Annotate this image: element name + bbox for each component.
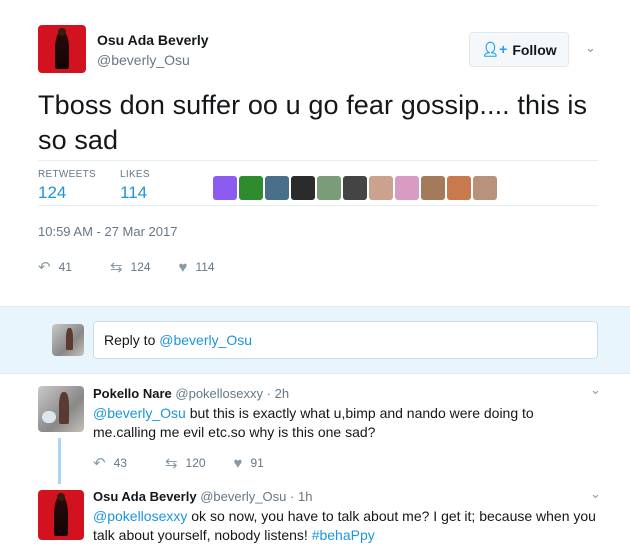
person-avatar-3[interactable] xyxy=(265,176,289,200)
retweet-count: 120 xyxy=(185,456,206,470)
chevron-down-icon[interactable]: ⌄ xyxy=(590,486,601,502)
reply-text: @beverly_Osu but this is exactly what u,… xyxy=(93,404,598,442)
reply-author-name[interactable]: Osu Ada Beverly xyxy=(93,489,197,504)
liker-avatars xyxy=(213,176,497,200)
retweet-action[interactable]: ⇆ 120 xyxy=(165,454,206,472)
author-avatar[interactable] xyxy=(38,25,86,73)
reply-time[interactable]: 2h xyxy=(275,386,289,401)
reply-hashtag[interactable]: #behaPpy xyxy=(312,527,375,543)
chevron-down-icon[interactable]: ⌄ xyxy=(585,40,596,56)
person-avatar-5[interactable] xyxy=(317,176,341,200)
person-avatar-10[interactable] xyxy=(447,176,471,200)
leaf-avatar-2[interactable] xyxy=(239,176,263,200)
heart-icon: ♥ xyxy=(178,258,188,276)
reply-author-name[interactable]: Pokello Nare xyxy=(93,386,172,401)
reply-text: @pokellosexxy ok so now, you have to tal… xyxy=(93,507,598,544)
like-action[interactable]: ♥ 91 xyxy=(234,455,264,472)
retweet-stat[interactable]: RETWEETS 124 xyxy=(38,169,96,203)
egg-avatar-1[interactable] xyxy=(213,176,237,200)
reply-mention[interactable]: @beverly_Osu xyxy=(93,405,186,421)
tweet-timestamp[interactable]: 10:59 AM - 27 Mar 2017 xyxy=(38,224,177,239)
reply-composer: Reply to @beverly_Osu xyxy=(0,306,630,374)
person-avatar-8[interactable] xyxy=(395,176,419,200)
thread-connector xyxy=(58,438,61,484)
silhouette-avatar-6[interactable] xyxy=(343,176,367,200)
retweet-action[interactable]: ⇆ 124 xyxy=(110,258,151,276)
reply-author-line: Osu Ada Beverly @beverly_Osu · 1h xyxy=(93,489,312,504)
likes-count: 114 xyxy=(120,183,148,202)
reply-actions: ↶ 43 ⇆ 120 ♥ 91 xyxy=(93,454,292,473)
likes-label: LIKES xyxy=(120,169,150,180)
reply-author-handle[interactable]: @beverly_Osu xyxy=(200,489,286,504)
reply-handle: @beverly_Osu xyxy=(159,332,253,348)
reply-mention[interactable]: @pokellosexxy xyxy=(93,508,187,524)
reply-input[interactable]: Reply to @beverly_Osu xyxy=(93,321,598,359)
reply-author-handle[interactable]: @pokellosexxy xyxy=(175,386,263,401)
beverly-avatar[interactable] xyxy=(38,490,84,540)
tweet-actions: ↶ 41 ⇆ 124 ♥ 114 xyxy=(38,258,243,277)
retweet-icon: ⇆ xyxy=(164,455,178,472)
reply-dot: · xyxy=(290,489,295,504)
reply-icon: ↶ xyxy=(93,455,106,472)
person-avatar-4[interactable] xyxy=(291,176,315,200)
add-user-icon: 👤︎+ xyxy=(481,41,508,57)
reply-tweet-2[interactable]: Osu Ada Beverly @beverly_Osu · 1h ⌄ @pok… xyxy=(0,484,630,544)
person-avatar-7[interactable] xyxy=(369,176,393,200)
reply-action[interactable]: ↶ 41 xyxy=(38,258,72,276)
reply-action[interactable]: ↶ 43 xyxy=(93,454,127,472)
user-avatar xyxy=(52,324,84,356)
retweet-icon: ⇆ xyxy=(109,259,123,276)
like-count: 91 xyxy=(250,456,264,470)
reply-tweet-1[interactable]: Pokello Nare @pokellosexxy · 2h ⌄ @bever… xyxy=(0,374,630,484)
tweet-text: Tboss don suffer oo u go fear gossip....… xyxy=(38,90,588,155)
reply-author-line: Pokello Nare @pokellosexxy · 2h xyxy=(93,386,289,401)
retweets-count: 124 xyxy=(38,183,67,202)
likes-stat[interactable]: LIKES 114 xyxy=(120,169,150,203)
pokello-avatar[interactable] xyxy=(38,386,84,432)
reply-icon: ↶ xyxy=(38,259,51,276)
author-name[interactable]: Osu Ada Beverly xyxy=(97,32,209,48)
like-count: 114 xyxy=(195,260,215,274)
reply-prefix: Reply to xyxy=(104,332,160,348)
heart-icon: ♥ xyxy=(233,454,243,472)
follow-button[interactable]: 👤︎+ Follow xyxy=(469,32,569,67)
reply-count: 43 xyxy=(113,456,127,470)
reply-count: 41 xyxy=(58,260,72,274)
person-avatar-11[interactable] xyxy=(473,176,497,200)
tweet-stats: RETWEETS 124 LIKES 114 xyxy=(38,160,598,206)
like-action[interactable]: ♥ 114 xyxy=(179,259,215,276)
person-avatar-9[interactable] xyxy=(421,176,445,200)
reply-time[interactable]: 1h xyxy=(298,489,312,504)
tweet-detail: Osu Ada Beverly @beverly_Osu 👤︎+ Follow … xyxy=(0,0,630,306)
retweet-count: 124 xyxy=(130,260,151,274)
follow-label: Follow xyxy=(512,41,557,58)
author-handle[interactable]: @beverly_Osu xyxy=(97,52,190,68)
reply-dot: · xyxy=(266,386,271,401)
chevron-down-icon[interactable]: ⌄ xyxy=(590,382,601,398)
retweets-label: RETWEETS xyxy=(38,169,96,180)
